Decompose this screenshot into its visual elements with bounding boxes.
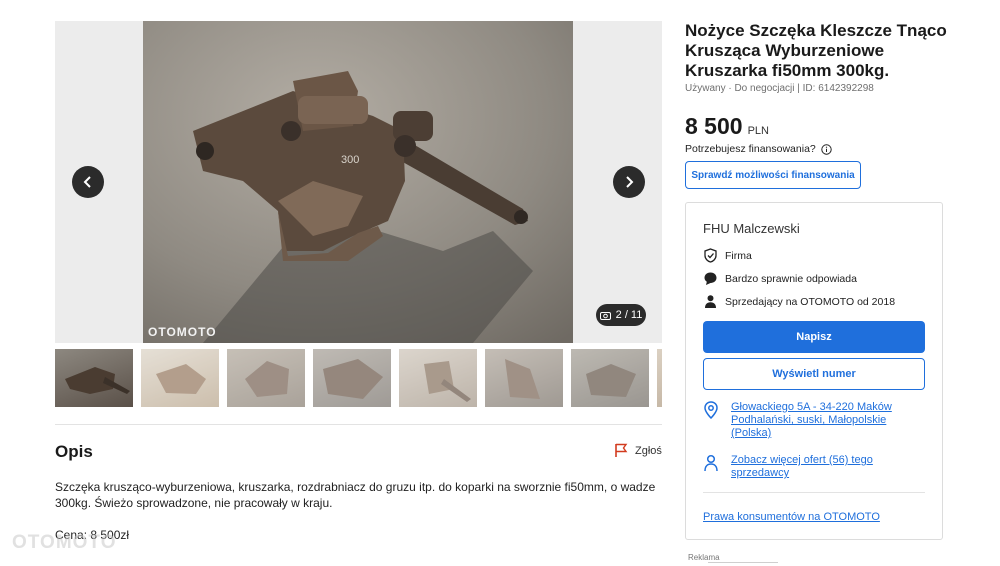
flag-icon [615, 443, 628, 457]
listing-title: Nożyce Szczęka Kleszcze Tnąco Krusząca W… [685, 21, 947, 80]
seller-name: FHU Malczewski [703, 221, 800, 236]
main-photo[interactable]: 300 OTOMOTO [143, 21, 573, 343]
listing-price: 8 500 PLN [685, 113, 769, 140]
photo-counter-text: 2 / 11 [615, 309, 643, 321]
consumer-rights-link[interactable]: Prawa konsumentów na OTOMOTO [703, 511, 880, 523]
report-button[interactable]: Zgłoś [614, 443, 662, 458]
thumbnail-4[interactable] [313, 349, 391, 407]
price-currency: PLN [747, 125, 769, 137]
description-text: Szczęka kruszącо-wyburzeniowa, kruszarka… [55, 480, 656, 510]
seller-other-offers: Zobacz więcej ofert (56) tego sprzedawcy [703, 454, 921, 480]
seller-feature-since: Sprzedający na OTOMOTO od 2018 [703, 294, 895, 309]
photo-counter: 2 / 11 [596, 304, 646, 326]
seller-feature-label: Bardzo sprawnie odpowiada [725, 272, 857, 285]
thumbnail-7[interactable] [571, 349, 649, 407]
financing-question: Potrzebujesz finansowania? [685, 143, 832, 155]
thumbnail-2[interactable] [141, 349, 219, 407]
thumbnail-3[interactable] [227, 349, 305, 407]
seller-feature-response: Bardzo sprawnie odpowiada [703, 271, 857, 286]
thumbnail-5[interactable] [399, 349, 477, 407]
write-message-button[interactable]: Napisz [703, 321, 925, 353]
listing-meta: Używany · Do negocjacji | ID: 6142392298 [685, 83, 874, 94]
financing-question-text: Potrzebujesz finansowania? [685, 143, 816, 155]
chat-bubble-icon [704, 272, 717, 285]
check-financing-button[interactable]: Sprawdź możliwości finansowania [685, 161, 861, 189]
thumbnail-6[interactable] [485, 349, 563, 407]
ad-label: Reklama [688, 553, 720, 562]
seller-card-divider [703, 492, 925, 493]
next-photo-button[interactable] [613, 166, 645, 198]
location-link[interactable]: Głowackiego 5A - 34-220 Maków Podhalańsk… [731, 401, 921, 440]
person-icon [705, 295, 716, 308]
seller-card: FHU Malczewski Firma Bardzo sprawnie odp… [685, 202, 943, 540]
seller-feature-company: Firma [703, 248, 752, 263]
thumbnail-strip [55, 349, 662, 407]
previous-photo-button[interactable] [72, 166, 104, 198]
seller-location: Głowackiego 5A - 34-220 Maków Podhalańsk… [703, 401, 921, 440]
bottom-watermark: OTOMOTO [12, 532, 117, 553]
camera-icon [599, 311, 611, 320]
other-offers-link[interactable]: Zobacz więcej ofert (56) tego sprzedawcy [731, 454, 921, 480]
show-phone-button[interactable]: Wyświetl numer [703, 358, 925, 390]
section-divider [55, 424, 662, 425]
photo-gallery[interactable]: 300 OTOMOTO 2 / 11 [55, 21, 662, 343]
svg-text:300: 300 [341, 154, 359, 166]
shield-check-icon [704, 248, 717, 263]
chevron-left-icon [83, 176, 91, 188]
seller-feature-label: Sprzedający na OTOMOTO od 2018 [725, 295, 896, 308]
info-icon[interactable] [821, 143, 832, 155]
thumbnail-1[interactable] [55, 349, 133, 407]
description-title: Opis [55, 442, 93, 461]
report-label: Zgłoś [635, 444, 662, 457]
photo-watermark: OTOMOTO [148, 325, 217, 339]
user-icon [704, 454, 718, 472]
thumbnail-8[interactable] [657, 349, 662, 407]
map-pin-icon [704, 401, 718, 419]
ad-placeholder [708, 562, 778, 565]
price-value: 8 500 [685, 113, 743, 139]
seller-feature-label: Firma [725, 249, 752, 262]
chevron-right-icon [626, 176, 634, 188]
